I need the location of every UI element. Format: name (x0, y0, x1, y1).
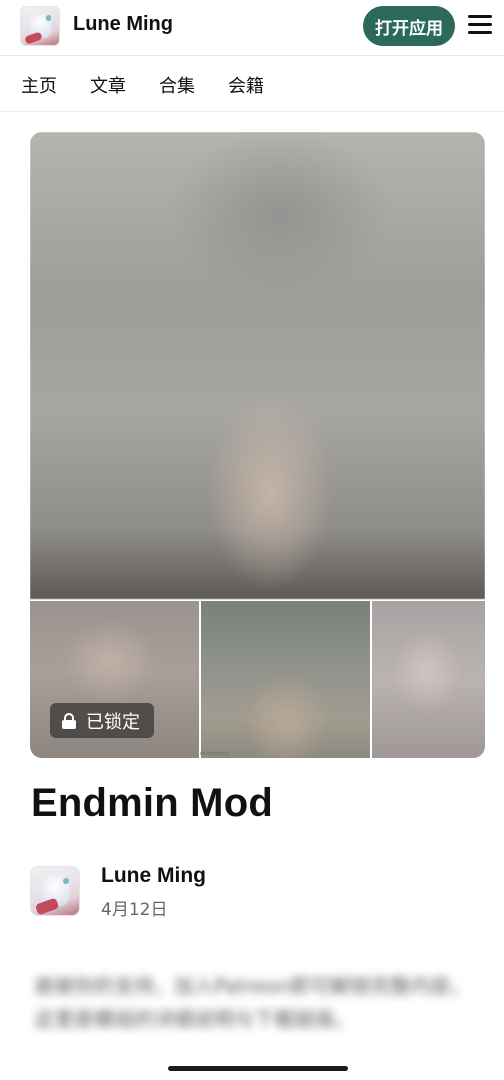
gallery-thumbnail[interactable] (372, 601, 485, 758)
locked-badge: 已锁定 (50, 703, 154, 738)
tab-home[interactable]: 主页 (21, 72, 57, 98)
top-navigation-bar: Lune Ming 打开应用 (0, 0, 504, 56)
hamburger-menu-icon[interactable] (468, 15, 492, 35)
post-title: Endmin Mod (31, 781, 273, 825)
tab-collections[interactable]: 合集 (159, 72, 195, 98)
creator-tabs: 主页 文章 合集 会籍 (0, 56, 504, 112)
author-avatar[interactable] (30, 866, 80, 916)
creator-name[interactable]: Lune Ming (73, 13, 173, 36)
gallery-thumbnail[interactable] (201, 601, 370, 758)
tab-membership[interactable]: 会籍 (228, 72, 264, 98)
author-name[interactable]: Lune Ming (101, 864, 206, 888)
post-date: 4月12日 (101, 900, 168, 920)
lock-icon (62, 712, 76, 729)
hero-image-blurred[interactable] (30, 132, 485, 599)
post-image-gallery[interactable]: 已锁定 (30, 132, 485, 758)
avatar-art-accent (23, 30, 43, 45)
tab-posts[interactable]: 文章 (90, 72, 126, 98)
locked-label: 已锁定 (86, 711, 140, 733)
home-indicator (168, 1066, 348, 1071)
locked-post-body: 谢谢你的支持，加入Patreon即可解锁完整内容，这里是模组的详细说明与下载链接… (34, 974, 471, 1031)
open-app-button[interactable]: 打开应用 (363, 6, 455, 46)
avatar-art-accent (34, 897, 59, 915)
creator-avatar[interactable] (20, 6, 60, 46)
gallery-scroll-indicator (200, 752, 230, 755)
